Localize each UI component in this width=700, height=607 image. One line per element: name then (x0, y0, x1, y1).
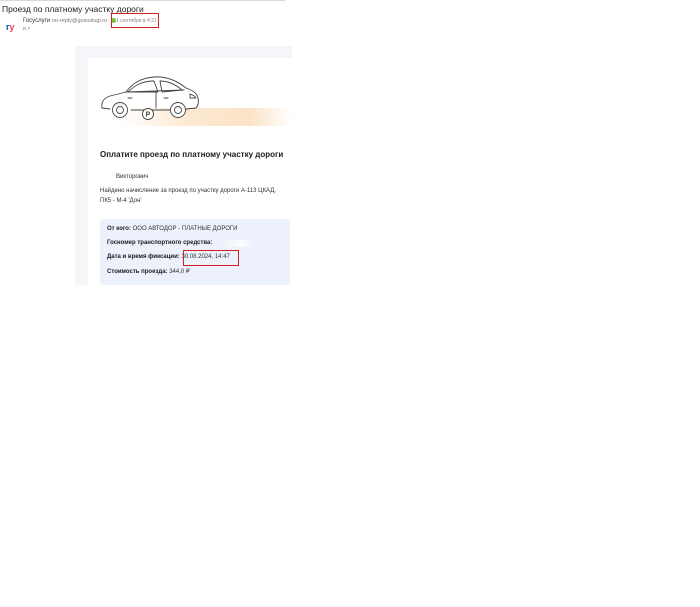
svg-text:P: P (146, 112, 151, 119)
detail-plate-label: Госномер транспортного средства: (107, 240, 213, 246)
top-divider (0, 0, 285, 1)
gosuslugi-logo: гу (6, 22, 15, 32)
greeting-text: Викторович (116, 174, 149, 180)
recipient-line[interactable]: я > (23, 26, 30, 32)
body-text-line-1: Найдено начисление за проезд по участку … (100, 188, 276, 194)
detail-from-label: От кого: (107, 226, 131, 232)
detail-datetime-label: Дата и время фиксации: (107, 254, 180, 260)
plate-redacted-blur (220, 240, 256, 247)
datetime-highlight-box (183, 250, 239, 266)
date-highlight-box (111, 13, 159, 28)
car-illustration-icon: P (101, 76, 199, 120)
sender-email[interactable]: no-reply@gosuslugi.ru (52, 18, 107, 24)
detail-plate: Госномер транспортного средства: (107, 240, 212, 246)
detail-cost-label: Стоимость проезда: (107, 269, 168, 275)
sender-name[interactable]: Госуслуги (23, 18, 50, 24)
body-text-line-2: ПК5 - М-4 'Дон' (100, 198, 142, 204)
page-title: Оплатите проезд по платному участку доро… (100, 150, 284, 159)
detail-from-value: ООО АВТОДОР - ПЛАТНЫЕ ДОРОГИ (132, 226, 238, 232)
detail-from: От кого: ООО АВТОДОР - ПЛАТНЫЕ ДОРОГИ (107, 226, 237, 232)
detail-cost: Стоимость проезда: 344,0 ₽ (107, 268, 190, 275)
detail-cost-value: 344,0 ₽ (169, 269, 190, 275)
